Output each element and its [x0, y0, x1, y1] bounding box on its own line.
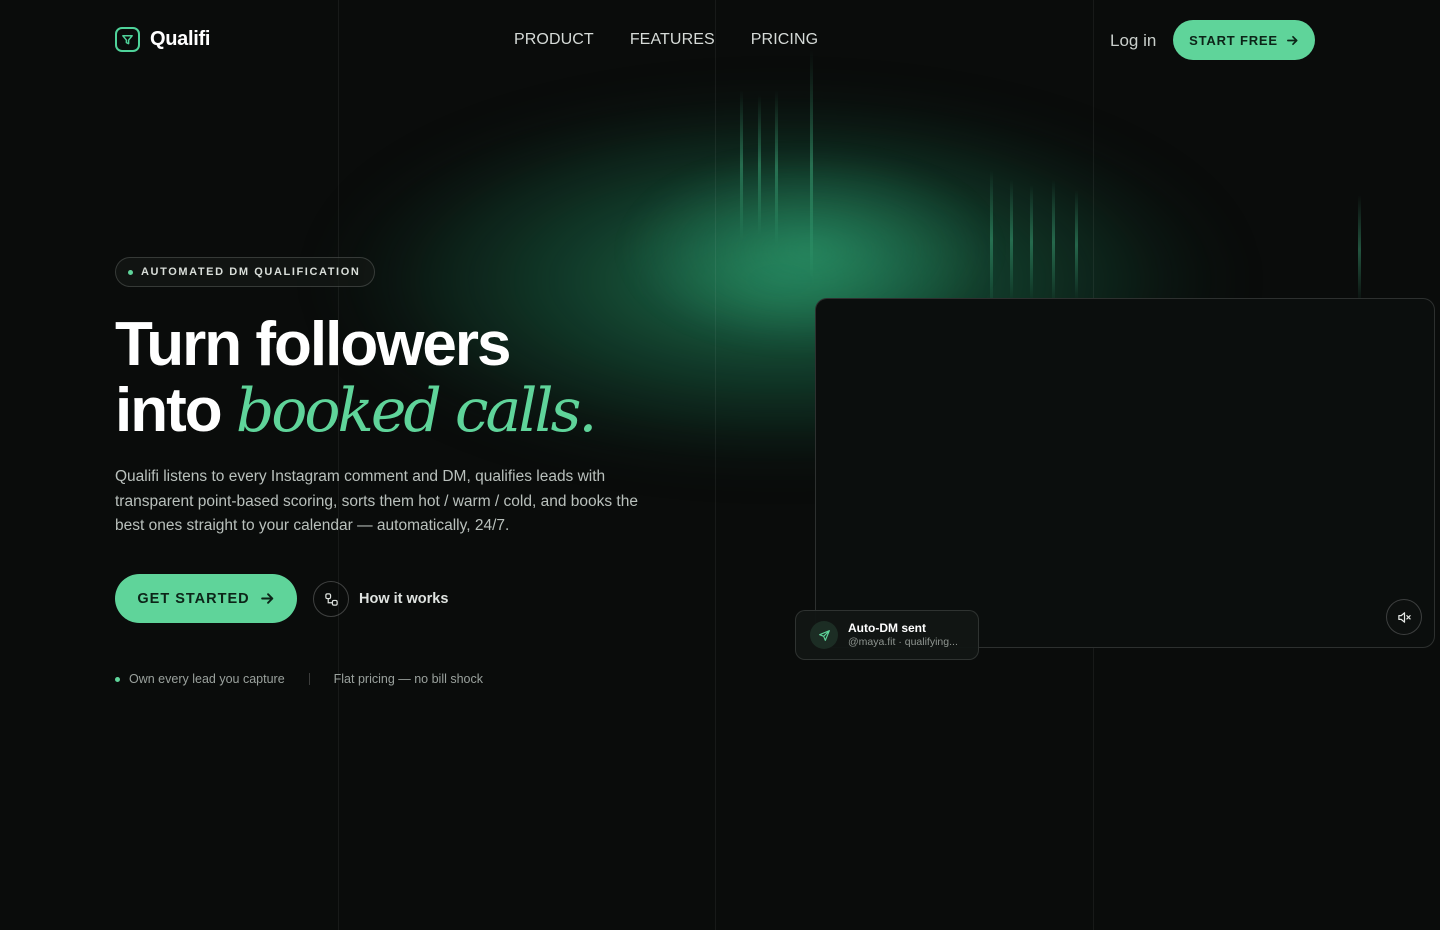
- arrow-right-icon: [260, 593, 273, 604]
- nav-link-features[interactable]: FEATURES: [630, 31, 715, 49]
- hero-description: Qualifi listens to every Instagram comme…: [115, 468, 638, 534]
- grid-line: [715, 0, 716, 930]
- light-streak: [758, 95, 761, 235]
- badge-label: AUTOMATED DM QUALIFICATION: [141, 266, 361, 278]
- light-streak: [1075, 190, 1078, 300]
- landing-page: Qualifi PRODUCT FEATURES PRICING Log in …: [0, 0, 1440, 930]
- light-streak: [1358, 195, 1361, 305]
- toast-title: Auto-DM sent: [848, 621, 926, 635]
- light-streak: [990, 170, 993, 310]
- trust-item-ownership: Own every lead you capture: [129, 672, 285, 686]
- trust-dot: [115, 676, 120, 682]
- trust-row: Own every lead you capture Flat pricing …: [115, 672, 483, 686]
- divider: [308, 673, 310, 685]
- headline-accent: booked calls.: [235, 376, 598, 446]
- get-started-label: GET STARTED: [137, 590, 250, 607]
- mute-button[interactable]: [1386, 599, 1422, 635]
- category-badge: AUTOMATED DM QUALIFICATION: [115, 257, 376, 287]
- headline-into: into: [115, 376, 223, 445]
- workflow-icon: [313, 581, 349, 617]
- get-started-button[interactable]: GET STARTED: [115, 574, 297, 623]
- start-free-button[interactable]: START FREE: [1173, 20, 1315, 60]
- send-icon: [810, 621, 838, 649]
- light-streak: [775, 90, 778, 245]
- light-streak: [1030, 185, 1033, 300]
- trust-item-pricing: Flat pricing — no bill shock: [333, 672, 484, 686]
- start-free-label: START FREE: [1189, 32, 1278, 48]
- hero-headline: Turn followers into booked calls.: [115, 310, 598, 446]
- speaker-muted-icon: [1397, 611, 1411, 623]
- how-it-works-link[interactable]: How it works: [313, 581, 448, 617]
- toast-subtitle: @maya.fit · qualifying...: [848, 636, 958, 648]
- how-it-works-label: How it works: [359, 591, 449, 607]
- funnel-logo-icon: [115, 27, 140, 52]
- light-streak: [810, 50, 813, 280]
- nav-link-pricing[interactable]: PRICING: [751, 31, 818, 49]
- main-nav: PRODUCT FEATURES PRICING: [514, 31, 818, 49]
- light-streak: [740, 90, 743, 240]
- logo[interactable]: Qualifi: [115, 27, 210, 52]
- light-streak: [1052, 180, 1055, 305]
- logo-text: Qualifi: [150, 28, 211, 50]
- headline-line-1: Turn followers: [115, 310, 512, 379]
- light-streak: [1010, 180, 1013, 300]
- arrow-right-icon: [1286, 35, 1298, 45]
- demo-video-panel[interactable]: [815, 298, 1435, 648]
- nav-link-product[interactable]: PRODUCT: [514, 31, 594, 49]
- toast-text: Auto-DM sent @maya.fit · qualifying...: [848, 621, 958, 649]
- badge-dot: [128, 269, 133, 275]
- login-link[interactable]: Log in: [1110, 31, 1156, 51]
- auto-dm-toast: Auto-DM sent @maya.fit · qualifying...: [795, 610, 979, 660]
